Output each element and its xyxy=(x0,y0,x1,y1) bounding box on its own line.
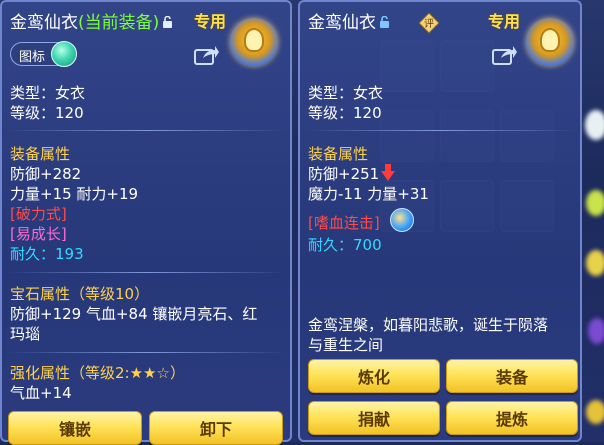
item-title: 金鸾仙衣(当前装备) xyxy=(10,8,173,33)
compare-item-panel: 金鸾仙衣 评 专用 类型：女衣 等级：120 装备属性 防御+251 魔力-11… xyxy=(298,0,582,442)
bg-item xyxy=(585,110,604,140)
equip-button[interactable]: 装备 xyxy=(446,359,578,393)
decrease-arrow-icon xyxy=(381,164,396,181)
item-title: 金鸾仙衣 xyxy=(308,8,390,33)
defense-stat: 防御+282 xyxy=(10,165,82,183)
stats-line: 魔力-11 力量+31 xyxy=(308,185,429,203)
item-type: 类型：女衣 xyxy=(308,84,384,102)
item-description: 金鸾涅槃，如暮阳悲歌，诞生于陨落 xyxy=(308,316,549,334)
equipped-item-panel: 金鸾仙衣(当前装备) 专用 图标 类型：女衣 等级：120 装备属性 防御+28… xyxy=(0,0,292,445)
defense-stat-row: 防御+251 xyxy=(308,163,396,184)
stats-line: 力量+15 耐力+19 xyxy=(10,185,139,203)
icon-toggle[interactable]: 图标 xyxy=(10,41,77,67)
enhance-attr-line: 气血+14 xyxy=(10,384,72,402)
bg-item xyxy=(586,190,604,216)
bg-item xyxy=(586,400,604,424)
exclusive-label: 专用 xyxy=(194,12,227,31)
enhance-attr-title: 强化属性（等级2:★★☆） xyxy=(10,364,185,382)
rate-badge-text: 评 xyxy=(424,18,434,30)
toggle-knob xyxy=(51,41,77,67)
item-type: 类型：女衣 xyxy=(10,84,86,102)
item-description-2: 与重生之间 xyxy=(308,336,384,354)
special-skill-icon[interactable] xyxy=(390,208,414,232)
special-skill: [易成长] xyxy=(10,225,67,243)
divider xyxy=(306,130,576,131)
share-icon[interactable] xyxy=(194,44,220,66)
item-level: 等级：120 xyxy=(308,104,382,122)
share-icon[interactable] xyxy=(492,44,518,66)
gem-attr-line-2: 玛瑙 xyxy=(10,325,41,343)
item-emblem-icon xyxy=(230,18,278,66)
item-emblem-icon xyxy=(526,18,574,66)
defense-stat: 防御+251 xyxy=(308,165,380,183)
refine-button[interactable]: 炼化 xyxy=(308,359,440,393)
gem-attr-title: 宝石属性（等级10） xyxy=(10,285,150,303)
item-name: 金鸾仙衣 xyxy=(10,13,78,33)
equip-attr-title: 装备属性 xyxy=(10,145,71,163)
donate-button[interactable]: 捐献 xyxy=(308,401,440,435)
special-effect: [破力式] xyxy=(10,205,67,223)
item-name: 金鸾仙衣 xyxy=(308,13,376,33)
extract-button[interactable]: 提炼 xyxy=(446,401,578,435)
rate-badge-icon[interactable]: 评 xyxy=(418,12,440,34)
divider xyxy=(8,272,286,273)
durability: 耐久：700 xyxy=(308,236,382,254)
unequip-button[interactable]: 卸下 xyxy=(149,411,283,445)
item-level: 等级：120 xyxy=(10,104,84,122)
current-equipped-tag: (当前装备) xyxy=(78,13,160,33)
exclusive-label: 专用 xyxy=(488,12,521,31)
divider xyxy=(8,352,286,353)
gem-attr-line: 防御+129 气血+84 镶嵌月亮石、红 xyxy=(10,305,258,323)
special-effect: [嗜血连击] xyxy=(308,214,380,232)
bg-item xyxy=(586,250,604,276)
divider xyxy=(8,130,286,131)
inlay-button[interactable]: 镶嵌 xyxy=(8,411,142,445)
bg-item xyxy=(588,318,604,344)
lock-icon[interactable] xyxy=(379,16,390,29)
lock-icon[interactable] xyxy=(162,16,173,29)
durability: 耐久：193 xyxy=(10,245,84,263)
icon-toggle-label: 图标 xyxy=(19,50,46,65)
equip-attr-title: 装备属性 xyxy=(308,145,369,163)
